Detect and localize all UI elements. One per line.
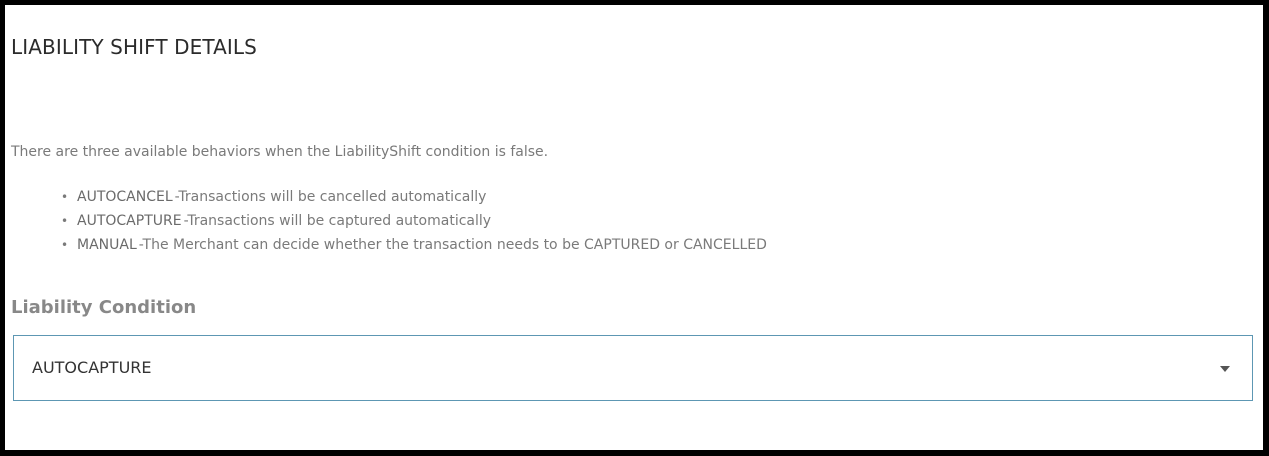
behavior-description: -The Merchant can decide whether the tra… — [138, 237, 767, 253]
behavior-name: AUTOCAPTURE — [77, 213, 182, 229]
intro-text: There are three available behaviors when… — [11, 144, 549, 160]
liability-condition-select[interactable]: AUTOCAPTURE — [13, 335, 1253, 401]
bullet-icon: • — [61, 238, 69, 252]
list-item: • AUTOCANCEL -Transactions will be cancel… — [57, 185, 767, 209]
section-title: LIABILITY SHIFT DETAILS — [11, 35, 257, 59]
liability-condition-label: Liability Condition — [11, 297, 197, 318]
behavior-description: -Transactions will be captured automatic… — [183, 213, 492, 229]
selected-value: AUTOCAPTURE — [32, 358, 152, 377]
behavior-name: MANUAL — [77, 237, 137, 253]
liability-shift-panel: LIABILITY SHIFT DETAILS There are three … — [5, 5, 1263, 450]
behavior-list: • AUTOCANCEL -Transactions will be cancel… — [57, 185, 767, 257]
behavior-name: AUTOCANCEL — [77, 189, 173, 205]
list-item: • AUTOCAPTURE -Transactions will be captu… — [57, 209, 767, 233]
caret-down-icon[interactable] — [1220, 366, 1230, 372]
list-item: • MANUAL -The Merchant can decide whether… — [57, 233, 767, 257]
bullet-icon: • — [61, 190, 69, 204]
bullet-icon: • — [61, 214, 69, 228]
behavior-description: -Transactions will be cancelled automati… — [174, 189, 487, 205]
